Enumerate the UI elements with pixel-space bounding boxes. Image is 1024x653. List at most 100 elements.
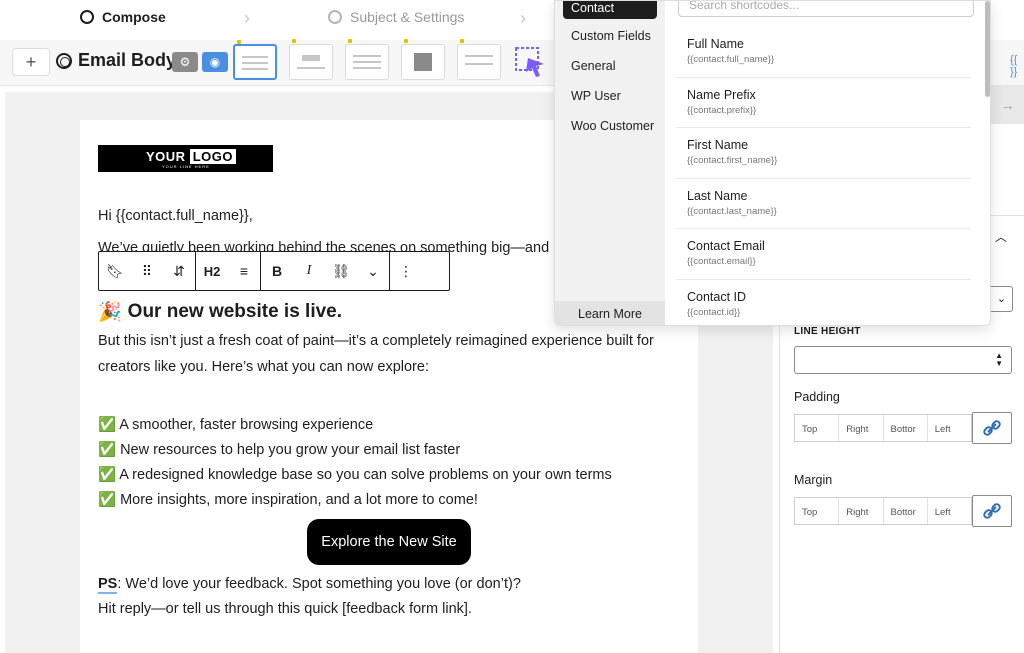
bold-icon[interactable]: B — [261, 263, 293, 279]
padding-inputs: Top Right Bottor Left — [794, 414, 972, 442]
logo-tagline: YOUR LINE HERE — [162, 164, 210, 169]
category-wp-user[interactable]: WP User — [571, 89, 621, 103]
shortcode-item[interactable]: Contact Email {{contact.email}} — [675, 229, 971, 280]
arrow-right-icon[interactable]: → — [991, 86, 1024, 124]
margin-top-field[interactable]: Top — [795, 498, 840, 524]
shortcode-search-input[interactable]: Search shortcodes... — [678, 1, 974, 17]
settings-button[interactable]: ⚙ — [172, 52, 198, 72]
ps-text[interactable]: PS: We’d love your feedback. Spot someth… — [98, 576, 521, 594]
shortcode-item[interactable]: Last Name {{contact.last_name}} — [675, 179, 971, 230]
step-compose[interactable]: Compose — [80, 9, 166, 25]
shortcode-item[interactable]: Full Name {{contact.full_name}} — [675, 27, 971, 78]
lifebuoy-icon — [56, 52, 72, 69]
more-options-icon[interactable]: ⋮ — [390, 263, 422, 280]
ps-label: PS — [98, 576, 118, 594]
shortcode-code: {{contact.email}} — [687, 256, 756, 268]
preview-button[interactable]: ◉ — [202, 52, 228, 72]
ps-body: : We’d love your feedback. Spot somethin… — [117, 576, 521, 592]
margin-link-button[interactable] — [972, 495, 1012, 527]
heading-text: Our new website is live. — [127, 301, 343, 322]
shortcode-code: {{contact.last_name}} — [687, 205, 777, 217]
add-block-button[interactable]: + — [12, 48, 50, 76]
popup-scrollbar[interactable] — [985, 1, 990, 97]
thumb-marker-icon — [292, 39, 296, 43]
chevron-down-icon[interactable]: ⌄ — [991, 286, 1013, 312]
shortcode-popup: Contact Custom Fields General WP User Wo… — [554, 0, 991, 326]
learn-more-button[interactable]: Learn More — [555, 301, 665, 325]
line-height-input[interactable]: ▲ ▼ — [794, 346, 1012, 374]
link-icon — [983, 503, 1001, 519]
list-item[interactable]: ✅ A redesigned knowledge base so you can… — [98, 466, 612, 483]
shortcode-list: Full Name {{contact.full_name}} Name Pre… — [675, 27, 971, 325]
list-item[interactable]: ✅ A smoother, faster browsing experience — [98, 416, 373, 433]
margin-right-field[interactable]: Right — [839, 498, 884, 524]
shortcode-code: {{contact.first_name}} — [687, 155, 778, 167]
chevron-right-icon: › — [244, 8, 250, 28]
shortcode-code: {{contact.prefix}} — [687, 104, 757, 116]
title-text: Email Body — [78, 50, 177, 70]
template-thumbnail[interactable] — [233, 40, 277, 80]
logo: YOUR LOGO YOUR LINE HERE — [98, 145, 273, 171]
template-thumbnail[interactable] — [289, 39, 333, 80]
paragraph-line[interactable]: But this isn’t just a fresh coat of pain… — [98, 333, 654, 349]
margin-bottom-field[interactable]: Bottor — [884, 498, 928, 524]
heading-level-button[interactable]: H2 — [196, 264, 228, 279]
shortcode-toggle-icon[interactable]: {{ }} — [1010, 54, 1024, 78]
padding-right-field[interactable]: Right — [839, 415, 884, 441]
list-item[interactable]: ✅ New resources to help you grow your em… — [98, 441, 460, 458]
shortcode-name: Contact Email — [687, 239, 765, 254]
margin-left-field[interactable]: Left — [928, 498, 971, 524]
page-title: Email Body — [56, 50, 176, 71]
shortcode-item[interactable]: Contact ID {{contact.id}} — [675, 280, 971, 325]
logo-text-highlight: LOGO — [189, 149, 236, 164]
category-contact[interactable]: Contact — [563, 1, 657, 19]
category-woo-customer[interactable]: Woo Customer — [571, 119, 654, 133]
select-tool-icon[interactable] — [512, 44, 548, 80]
shortcode-item[interactable]: Name Prefix {{contact.prefix}} — [675, 78, 971, 129]
step-label: Subject & Settings — [350, 9, 465, 25]
shortcode-item[interactable]: First Name {{contact.first_name}} — [675, 128, 971, 179]
bookmark-icon[interactable]: 🔖︎ — [99, 263, 131, 280]
move-up-down-icon[interactable]: ⇵ — [163, 263, 195, 280]
shortcode-categories: Contact Custom Fields General WP User Wo… — [555, 1, 665, 325]
italic-icon[interactable]: I — [293, 263, 325, 279]
chevron-right-icon: › — [520, 8, 526, 28]
chevron-down-icon[interactable]: ⌄ — [357, 263, 389, 280]
drag-handle-icon[interactable]: ⠿ — [131, 263, 163, 280]
chevron-up-icon[interactable]: ︿ — [995, 228, 1007, 245]
link-icon[interactable]: ⛓ — [325, 263, 357, 280]
closing-text[interactable]: Hit reply—or tell us through this quick … — [98, 601, 472, 617]
party-icon: 🎉 — [98, 302, 122, 323]
logo-text: YOUR — [146, 149, 186, 164]
padding-bottom-field[interactable]: Bottor — [884, 415, 928, 441]
padding-link-button[interactable] — [972, 412, 1012, 444]
template-thumbnail[interactable] — [345, 39, 389, 80]
list-item[interactable]: ✅ More insights, more inspiration, and a… — [98, 491, 478, 508]
category-general[interactable]: General — [571, 59, 615, 73]
shortcode-name: Last Name — [687, 188, 748, 203]
template-thumbnail[interactable] — [457, 39, 501, 80]
spinner-icon[interactable]: ▲ ▼ — [995, 352, 1003, 368]
template-thumbnail[interactable] — [401, 39, 445, 80]
shortcode-name: First Name — [687, 138, 749, 153]
padding-label: Padding — [794, 390, 840, 404]
divider — [98, 170, 273, 172]
padding-top-field[interactable]: Top — [795, 415, 840, 441]
shortcode-name: Name Prefix — [687, 87, 756, 102]
greeting-text[interactable]: Hi {{contact.full_name}}, — [98, 208, 253, 224]
thumb-marker-icon — [237, 40, 241, 44]
align-icon[interactable]: ≡ — [228, 263, 260, 279]
step-circle-icon — [80, 10, 94, 24]
email-heading[interactable]: 🎉 Our new website is live. — [98, 300, 342, 324]
line-height-label: LINE HEIGHT — [794, 326, 861, 337]
shortcode-name: Contact ID — [687, 289, 747, 304]
shortcode-code: {{contact.id}} — [687, 306, 741, 318]
step-subject-settings[interactable]: Subject & Settings — [328, 9, 464, 25]
shortcode-code: {{contact.full_name}} — [687, 54, 775, 65]
category-custom-fields[interactable]: Custom Fields — [571, 29, 651, 43]
thumb-marker-icon — [460, 39, 464, 43]
paragraph-line[interactable]: creators like you. Here’s what you can n… — [98, 359, 429, 375]
explore-site-button[interactable]: Explore the New Site — [307, 519, 471, 565]
shortcode-name: Full Name — [687, 37, 744, 51]
padding-left-field[interactable]: Left — [928, 415, 971, 441]
